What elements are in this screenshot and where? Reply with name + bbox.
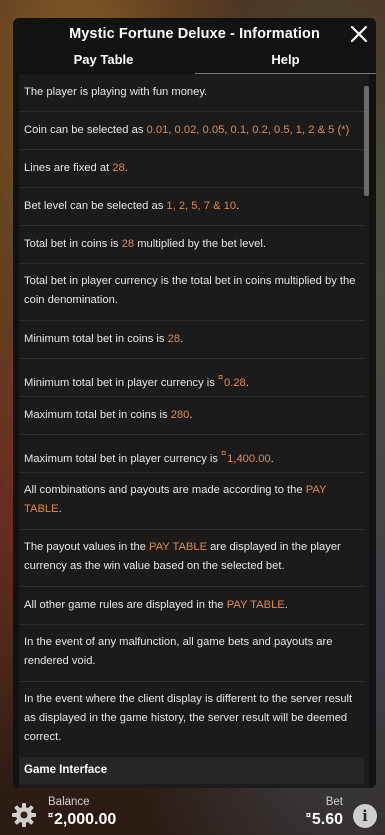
- balance-value: ¤2,000.00: [48, 810, 116, 829]
- rule-text: .: [180, 333, 184, 345]
- rule-row: Lines are fixed at 28.: [19, 150, 369, 188]
- rule-row: Total bet in player currency is the tota…: [19, 264, 369, 321]
- rule-text: .: [124, 162, 128, 174]
- rule-text: In the event of any malfunction, all gam…: [24, 636, 333, 667]
- rule-row: All combinations and payouts are made ac…: [19, 473, 369, 530]
- rule-text: All combinations and payouts are made ac…: [24, 484, 306, 496]
- tab-pay-table[interactable]: Pay Table: [13, 48, 194, 72]
- rule-text: .: [245, 377, 249, 389]
- currency-symbol: ¤: [48, 810, 54, 820]
- currency-symbol: ¤: [217, 372, 223, 382]
- rule-text: multiplied by the bet level.: [134, 238, 266, 250]
- bet-value: ¤5.60: [306, 810, 343, 829]
- rule-text: Maximum total bet in coins is: [24, 409, 171, 421]
- rule-highlight: 0.01, 0.02, 0.05, 0.1, 0.2, 0.5, 1, 2 & …: [146, 124, 350, 136]
- rule-text: .: [189, 409, 193, 421]
- rule-text: .: [236, 200, 240, 212]
- balance-label: Balance: [48, 796, 90, 808]
- close-icon[interactable]: [348, 23, 370, 45]
- panel-title: Mystic Fortune Deluxe - Information: [69, 26, 320, 42]
- rule-text: All other game rules are displayed in th…: [24, 599, 227, 611]
- rule-text: The player is playing with fun money.: [24, 86, 208, 98]
- currency-symbol: ¤: [221, 448, 227, 458]
- tab-bar: Pay Table Help: [13, 48, 376, 74]
- panel-header: Mystic Fortune Deluxe - Information: [13, 18, 376, 48]
- pay-table-link[interactable]: PAY TABLE: [149, 541, 207, 553]
- rule-text: Coin can be selected as: [24, 124, 147, 136]
- section-header-game-interface: Game Interface: [19, 757, 369, 784]
- footer-bar: Balance ¤2,000.00 Bet ¤5.60 i: [0, 788, 385, 835]
- rule-text: .: [58, 503, 62, 515]
- currency-symbol: ¤: [305, 810, 311, 820]
- rule-text: Lines are fixed at: [24, 162, 113, 174]
- rule-row: Total bet in coins is 28 multiplied by t…: [19, 226, 369, 264]
- rule-row: Minimum total bet in player currency is …: [19, 359, 369, 397]
- rule-row: The payout values in the PAY TABLE are d…: [19, 530, 369, 587]
- scrollbar-thumb[interactable]: [364, 86, 369, 196]
- rule-text: Maximum total bet in player currency is: [24, 453, 222, 465]
- rule-text: Minimum total bet in player currency is: [24, 377, 218, 389]
- section-title: Game Interface: [24, 764, 108, 776]
- help-content[interactable]: The player is playing with fun money. Co…: [19, 74, 369, 788]
- rule-highlight: 28: [167, 333, 181, 345]
- rule-row: Maximum total bet in player currency is …: [19, 435, 369, 473]
- bet-label: Bet: [325, 796, 343, 808]
- rule-row: All other game rules are displayed in th…: [19, 587, 369, 625]
- rule-row: Bet level can be selected as 1, 2, 5, 7 …: [19, 188, 369, 226]
- rule-highlight: 28: [121, 238, 135, 250]
- rule-row: In the event where the client display is…: [19, 682, 369, 757]
- rule-text: Bet level can be selected as: [24, 200, 167, 212]
- rule-highlight: 0.28: [224, 377, 246, 389]
- rule-text: The payout values in the: [24, 541, 150, 553]
- rule-highlight: 280: [170, 409, 190, 421]
- rule-row: Maximum total bet in coins is 280.: [19, 397, 369, 435]
- rule-row: In the event of any malfunction, all gam…: [19, 625, 369, 682]
- info-icon[interactable]: i: [353, 804, 377, 828]
- information-panel: Mystic Fortune Deluxe - Information Pay …: [13, 18, 376, 788]
- rule-row: Coin can be selected as 0.01, 0.02, 0.05…: [19, 112, 369, 150]
- gear-icon[interactable]: [11, 802, 37, 828]
- rule-text: Total bet in player currency is the tota…: [24, 275, 356, 306]
- rule-text: Total bet in coins is: [24, 238, 122, 250]
- rule-highlight: 28: [112, 162, 125, 174]
- rule-row: Minimum total bet in coins is 28.: [19, 321, 369, 359]
- rule-text: In the event where the client display is…: [24, 693, 353, 743]
- balance-amount: 2,000.00: [54, 811, 117, 828]
- pay-table-link[interactable]: PAY TABLE: [227, 599, 285, 611]
- bet-amount: 5.60: [311, 811, 343, 828]
- rule-text: .: [270, 453, 274, 465]
- rule-text: Minimum total bet in coins is: [24, 333, 168, 345]
- rule-text: .: [284, 599, 288, 611]
- rule-highlight: 1, 2, 5, 7 & 10: [166, 200, 237, 212]
- rule-row: The player is playing with fun money.: [19, 74, 369, 112]
- tab-help[interactable]: Help: [195, 48, 376, 72]
- rule-highlight: 1,400.00: [227, 453, 271, 465]
